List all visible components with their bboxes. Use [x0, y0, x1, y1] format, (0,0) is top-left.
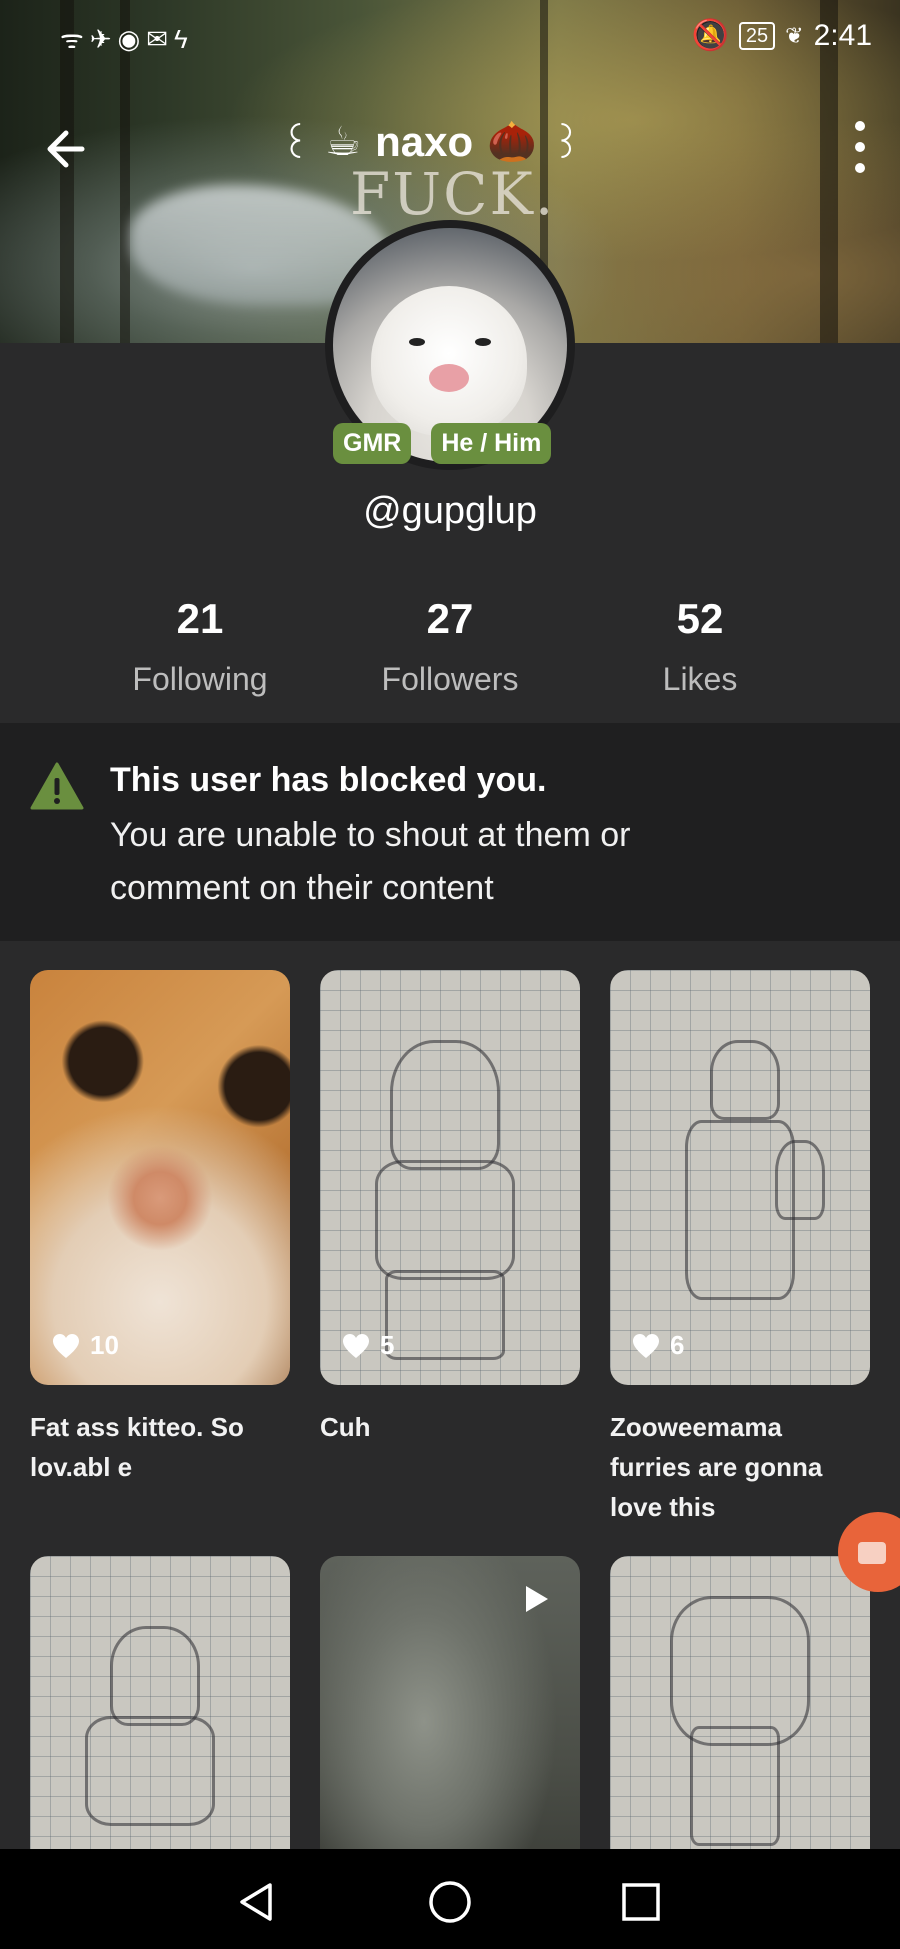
system-navigation-bar [0, 1849, 900, 1949]
chestnut-icon: 🌰 [487, 120, 537, 164]
post-caption: Fat ass kitteo. So lov.abl e [30, 1412, 244, 1482]
post-card[interactable]: 5 Cuh [320, 970, 580, 1447]
post-likes: 6 [632, 1330, 684, 1361]
more-vertical-icon [855, 121, 865, 131]
status-bar: ᯤ✈◉✉ϟ 🔕 25 ❦ 2:41 [0, 14, 900, 62]
like-count: 5 [380, 1330, 395, 1360]
airplane-icon: ✈ [89, 24, 118, 54]
followers-label: Followers [381, 661, 519, 697]
profile-badges: GMR He / Him [333, 423, 552, 464]
post-thumbnail[interactable]: 10 [30, 970, 290, 1385]
post-caption: Zooweemama furries are gonna love this [610, 1412, 823, 1522]
video-camera-icon [858, 1542, 886, 1564]
heart-icon [53, 1333, 79, 1358]
likes-label: Likes [662, 661, 738, 697]
post-caption: Cuh [320, 1412, 371, 1442]
nav-recents-icon[interactable] [616, 1877, 666, 1927]
battery-indicator: 25 [738, 21, 776, 50]
stat-following[interactable]: 21 Following [75, 595, 325, 698]
title-deco-left: ꒰ [280, 123, 312, 167]
likes-count: 52 [676, 595, 724, 642]
stat-likes[interactable]: 52 Likes [575, 595, 825, 698]
post-thumbnail[interactable]: 6 [610, 970, 870, 1385]
post-thumbnail[interactable] [30, 1556, 290, 1849]
profile-header: ꒰ ☕ naxo 🌰 ꒱ [0, 105, 900, 185]
play-icon [526, 1586, 548, 1612]
wifi-icon: ᯤ [60, 24, 90, 54]
stat-followers[interactable]: 27 Followers [325, 595, 575, 698]
more-options-button[interactable] [848, 121, 872, 173]
post-card[interactable] [30, 1556, 290, 1849]
username: @gupglup [363, 490, 537, 532]
following-label: Following [132, 661, 268, 697]
status-icons: ᯤ✈◉✉ϟ [60, 20, 194, 56]
post-card[interactable]: 10 Fat ass kitteo. So lov.abl e [30, 970, 290, 1487]
post-thumbnail[interactable]: 5 [320, 970, 580, 1385]
post-thumbnail[interactable] [610, 1556, 870, 1849]
nav-home-icon[interactable] [425, 1877, 475, 1927]
followers-count: 27 [426, 595, 474, 642]
rec-icon: ◉ [117, 24, 147, 54]
arrow-left-icon [47, 130, 85, 168]
nav-back-icon[interactable] [232, 1877, 282, 1927]
like-count: 6 [670, 1330, 685, 1360]
post-grid: 10 Fat ass kitteo. So lov.abl e 5 Cuh 6 [0, 941, 900, 1849]
like-count: 10 [90, 1330, 119, 1360]
blocked-message: You are unable to shout at them or comme… [110, 816, 631, 907]
post-card[interactable]: 6 Zooweemama furries are gonna love this [610, 970, 870, 1527]
clock: 2:41 [813, 18, 872, 52]
heart-icon [633, 1333, 659, 1358]
following-count: 21 [176, 595, 224, 642]
warning-icon [30, 762, 84, 810]
bolt-icon: ϟ [174, 24, 194, 54]
blocked-title: This user has blocked you. [110, 761, 547, 799]
post-likes: 5 [342, 1330, 394, 1361]
badge-gmr: GMR [333, 423, 412, 464]
blocked-notice: This user has blocked you. You are unabl… [0, 723, 900, 941]
profile-title: ꒰ ☕ naxo 🌰 ꒱ [280, 115, 582, 168]
badge-pronouns: He / Him [431, 423, 552, 464]
post-thumbnail[interactable] [320, 1556, 580, 1849]
title-deco-right: ꒱ [550, 123, 583, 167]
post-card[interactable] [320, 1556, 580, 1849]
mute-icon: 🔕 [691, 19, 729, 52]
back-button[interactable] [40, 119, 100, 179]
heart-icon [343, 1333, 369, 1358]
display-name: naxo [375, 117, 474, 165]
coffee-icon: ☕ [325, 119, 362, 164]
post-likes: 10 [52, 1330, 119, 1361]
post-card[interactable] [610, 1556, 870, 1849]
mail-icon: ✉ [146, 24, 175, 54]
leaf-icon: ❦ [785, 22, 804, 48]
